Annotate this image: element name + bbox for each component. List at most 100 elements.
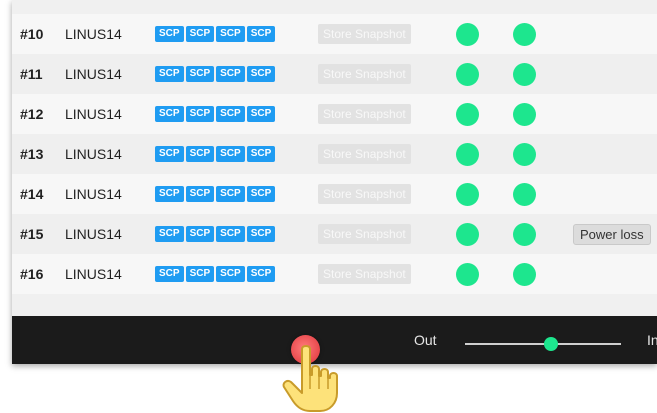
scp-tag[interactable]: SCP [216, 266, 245, 282]
scp-tag-group: SCP SCP SCP SCP [155, 174, 276, 214]
status-indicator-2 [513, 222, 536, 246]
store-snapshot-cell: Store Snapshot [318, 94, 411, 134]
device-number: #11 [20, 66, 43, 82]
scp-tag[interactable]: SCP [246, 146, 276, 162]
status-cell-1 [456, 94, 479, 134]
scp-tag[interactable]: SCP [185, 26, 215, 42]
scp-tag[interactable]: SCP [155, 186, 184, 202]
scp-tag-group: SCP SCP SCP SCP [155, 134, 276, 174]
status-cell-2 [513, 214, 536, 254]
store-snapshot-button[interactable]: Store Snapshot [318, 144, 411, 164]
store-snapshot-button[interactable]: Store Snapshot [318, 184, 411, 204]
scp-tag[interactable]: SCP [185, 186, 215, 202]
store-snapshot-cell: Store Snapshot [318, 14, 411, 54]
device-row: #15 LINUS14 SCP SCP SCP SCP Store Snapshot Powe… [12, 214, 657, 254]
device-rows: #10 LINUS14 SCP SCP SCP SCP Store Snapshot #11 L… [12, 14, 657, 294]
status-indicator-1 [456, 102, 479, 126]
in-label: In [647, 332, 657, 348]
scp-tag-group: SCP SCP SCP SCP [155, 54, 276, 94]
scp-tag-group: SCP SCP SCP SCP [155, 214, 276, 254]
store-snapshot-button[interactable]: Store Snapshot [318, 64, 411, 84]
store-snapshot-cell: Store Snapshot [318, 174, 411, 214]
status-cell-1 [456, 254, 479, 294]
status-indicator-2 [513, 262, 536, 286]
status-cell-1 [456, 214, 479, 254]
scp-tag[interactable]: SCP [216, 186, 245, 202]
scp-tag[interactable]: SCP [155, 66, 184, 82]
scp-tag[interactable]: SCP [155, 146, 184, 162]
status-indicator-2 [513, 102, 536, 126]
status-indicator-1 [456, 22, 479, 46]
device-list-panel: #10 LINUS14 SCP SCP SCP SCP Store Snapshot #11 L… [12, 0, 657, 364]
device-number: #12 [20, 106, 44, 122]
status-indicator-2 [513, 182, 536, 206]
status-cell-2 [513, 54, 536, 94]
scp-tag[interactable]: SCP [246, 186, 276, 202]
scp-tag[interactable]: SCP [246, 266, 276, 282]
store-snapshot-button[interactable]: Store Snapshot [318, 104, 411, 124]
device-name: LINUS14 [65, 226, 122, 242]
status-indicator-1 [456, 182, 479, 206]
status-cell-2 [513, 134, 536, 174]
scp-tag[interactable]: SCP [155, 106, 184, 122]
device-number: #16 [20, 266, 44, 282]
store-snapshot-cell: Store Snapshot [318, 214, 411, 254]
device-number: #15 [20, 226, 44, 242]
status-cell-2 [513, 14, 536, 54]
out-in-slider[interactable] [465, 337, 621, 351]
status-cell-1 [456, 14, 479, 54]
status-indicator-1 [456, 142, 479, 166]
store-snapshot-cell: Store Snapshot [318, 54, 411, 94]
device-row: #16 LINUS14 SCP SCP SCP SCP Store Snapshot [12, 254, 657, 294]
device-number: #10 [20, 26, 44, 42]
device-name: LINUS14 [65, 266, 122, 282]
scp-tag-group: SCP SCP SCP SCP [155, 94, 276, 134]
store-snapshot-button[interactable]: Store Snapshot [318, 24, 411, 44]
scp-tag[interactable]: SCP [246, 66, 276, 82]
alert-badge-cell: Power loss [573, 214, 651, 254]
store-snapshot-cell: Store Snapshot [318, 254, 411, 294]
scp-tag[interactable]: SCP [185, 66, 215, 82]
scp-tag[interactable]: SCP [216, 226, 245, 242]
device-name: LINUS14 [65, 66, 122, 82]
scp-tag[interactable]: SCP [216, 26, 245, 42]
device-row: #14 LINUS14 SCP SCP SCP SCP Store Snapshot [12, 174, 657, 214]
scp-tag[interactable]: SCP [246, 26, 276, 42]
scp-tag[interactable]: SCP [185, 266, 215, 282]
status-indicator-2 [513, 142, 536, 166]
scp-tag[interactable]: SCP [185, 146, 215, 162]
scp-tag[interactable]: SCP [155, 26, 184, 42]
status-indicator-1 [456, 62, 479, 86]
status-indicator-1 [456, 262, 479, 286]
power-loss-badge[interactable]: Power loss [573, 223, 651, 245]
scp-tag[interactable]: SCP [155, 266, 184, 282]
slider-knob[interactable] [544, 337, 558, 351]
status-indicator-2 [513, 62, 536, 86]
scp-tag[interactable]: SCP [216, 66, 245, 82]
scp-tag[interactable]: SCP [185, 226, 215, 242]
status-cell-2 [513, 254, 536, 294]
device-name: LINUS14 [65, 26, 122, 42]
scp-tag-group: SCP SCP SCP SCP [155, 14, 276, 54]
scp-tag[interactable]: SCP [246, 106, 276, 122]
device-row: #12 LINUS14 SCP SCP SCP SCP Store Snapshot [12, 94, 657, 134]
store-snapshot-button[interactable]: Store Snapshot [318, 264, 411, 284]
status-cell-1 [456, 54, 479, 94]
scp-tag[interactable]: SCP [216, 106, 245, 122]
device-name: LINUS14 [65, 186, 122, 202]
scp-tag[interactable]: SCP [185, 106, 215, 122]
status-indicator-2 [513, 22, 536, 46]
device-row: #11 LINUS14 SCP SCP SCP SCP Store Snapshot [12, 54, 657, 94]
scp-tag[interactable]: SCP [155, 226, 184, 242]
status-indicator-1 [456, 222, 479, 246]
out-label: Out [414, 332, 437, 348]
status-cell-2 [513, 94, 536, 134]
device-number: #13 [20, 146, 44, 162]
scp-tag[interactable]: SCP [246, 226, 276, 242]
hand-pointer-icon [282, 345, 338, 412]
device-number: #14 [20, 186, 44, 202]
scp-tag[interactable]: SCP [216, 146, 245, 162]
device-name: LINUS14 [65, 146, 122, 162]
status-cell-1 [456, 174, 479, 214]
store-snapshot-button[interactable]: Store Snapshot [318, 224, 411, 244]
